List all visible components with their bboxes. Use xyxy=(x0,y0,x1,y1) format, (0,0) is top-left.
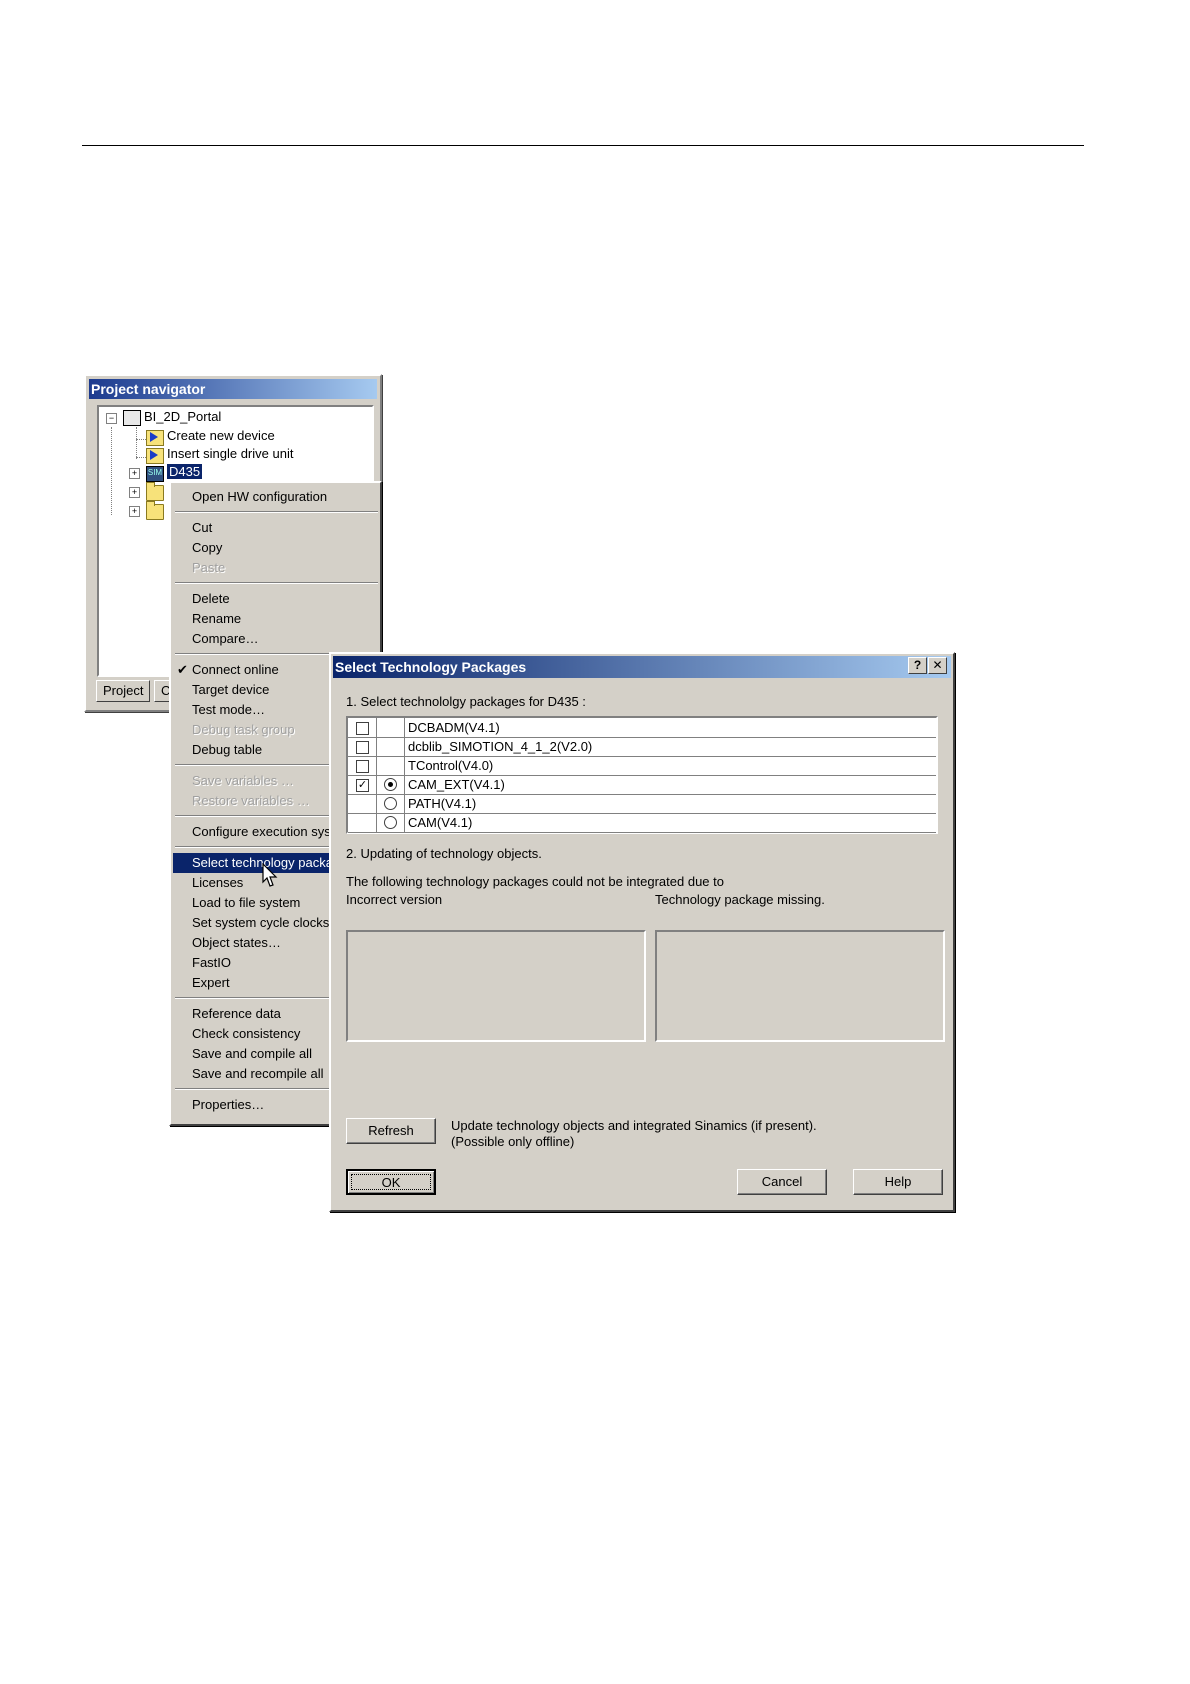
package-checkbox[interactable] xyxy=(356,722,369,735)
package-version-radio[interactable] xyxy=(384,797,397,810)
menu-item-cut[interactable]: Cut xyxy=(173,518,380,538)
tree-node-create-device[interactable]: Create new device xyxy=(167,427,275,445)
tab-project[interactable]: Project xyxy=(96,680,151,702)
checkmark-icon: ✔ xyxy=(177,662,188,677)
help-icon[interactable]: ? xyxy=(908,657,927,674)
expand-icon[interactable]: + xyxy=(129,468,140,479)
menu-item-rename[interactable]: Rename xyxy=(173,609,380,629)
package-missing-label: Technology package missing. xyxy=(655,892,825,907)
package-table: DCBADM(V4.1) dcblib_SIMOTION_4_1_2(V2.0)… xyxy=(346,716,938,834)
package-name: dcblib_SIMOTION_4_1_2(V2.0) xyxy=(408,739,593,754)
package-checkbox[interactable] xyxy=(356,760,369,773)
tree-node-d435[interactable]: D435 xyxy=(167,463,203,481)
dialog-title: Select Technology Packages xyxy=(333,656,951,678)
folder-icon xyxy=(146,482,164,501)
package-name: DCBADM(V4.1) xyxy=(408,720,500,735)
refresh-description-offline: (Possible only offline) xyxy=(451,1134,575,1149)
ok-button-label: OK xyxy=(351,1174,431,1190)
package-row[interactable]: ✓ CAM_EXT(V4.1) xyxy=(348,775,936,795)
tree-node-d435-label: D435 xyxy=(167,464,203,479)
package-version-radio[interactable] xyxy=(384,816,397,829)
collapse-icon[interactable]: − xyxy=(106,413,117,424)
close-icon[interactable]: ✕ xyxy=(928,657,947,674)
incorrect-version-label: Incorrect version xyxy=(346,892,443,907)
help-button[interactable]: Help xyxy=(853,1169,943,1195)
package-row[interactable]: DCBADM(V4.1) xyxy=(348,718,936,738)
package-missing-list[interactable] xyxy=(655,930,945,1042)
section-2-label: 2. Updating of technology objects. xyxy=(346,846,542,861)
cancel-button[interactable]: Cancel xyxy=(737,1169,827,1195)
expand-icon[interactable]: + xyxy=(129,506,140,517)
package-checkbox[interactable] xyxy=(356,741,369,754)
package-name: CAM(V4.1) xyxy=(408,815,473,830)
mouse-pointer-icon xyxy=(262,863,278,887)
menu-item-delete[interactable]: Delete xyxy=(173,589,380,609)
insert-drive-icon xyxy=(146,448,164,464)
project-icon xyxy=(123,410,141,426)
expand-icon[interactable]: + xyxy=(129,487,140,498)
folder-icon xyxy=(146,501,164,520)
tree-node-project[interactable]: BI_2D_Portal xyxy=(144,408,221,426)
menu-separator xyxy=(175,582,378,584)
page-header-rule xyxy=(82,145,1084,146)
package-checkbox-checked[interactable]: ✓ xyxy=(356,779,369,792)
integration-notice: The following technology packages could … xyxy=(346,874,724,889)
menu-separator xyxy=(175,511,378,513)
package-row[interactable]: CAM(V4.1) xyxy=(348,813,936,833)
refresh-description: Update technology objects and integrated… xyxy=(451,1118,817,1133)
refresh-button[interactable]: Refresh xyxy=(346,1118,436,1144)
package-name: TControl(V4.0) xyxy=(408,758,494,773)
incorrect-version-list[interactable] xyxy=(346,930,646,1042)
package-row[interactable]: dcblib_SIMOTION_4_1_2(V2.0) xyxy=(348,737,936,757)
package-row[interactable]: PATH(V4.1) xyxy=(348,794,936,814)
menu-item-copy[interactable]: Copy xyxy=(173,538,380,558)
menu-item-paste: Paste xyxy=(192,560,226,575)
package-row[interactable]: TControl(V4.0) xyxy=(348,756,936,776)
package-name: PATH(V4.1) xyxy=(408,796,477,811)
package-version-radio-selected[interactable] xyxy=(384,778,397,791)
device-icon: SIM xyxy=(146,466,164,482)
menu-item-open-hw-configuration[interactable]: Open HW configuration xyxy=(173,487,380,507)
project-navigator-title: Project navigator xyxy=(89,379,377,399)
create-device-icon xyxy=(146,430,164,446)
select-technology-packages-dialog: Select Technology Packages ? ✕ 1. Select… xyxy=(329,652,955,1212)
tree-node-insert-drive[interactable]: Insert single drive unit xyxy=(167,445,293,463)
ok-button[interactable]: OK xyxy=(346,1169,436,1195)
package-name: CAM_EXT(V4.1) xyxy=(408,777,505,792)
menu-item-compare[interactable]: Compare… xyxy=(173,629,380,649)
section-1-label: 1. Select technololgy packages for D435 … xyxy=(346,694,586,709)
